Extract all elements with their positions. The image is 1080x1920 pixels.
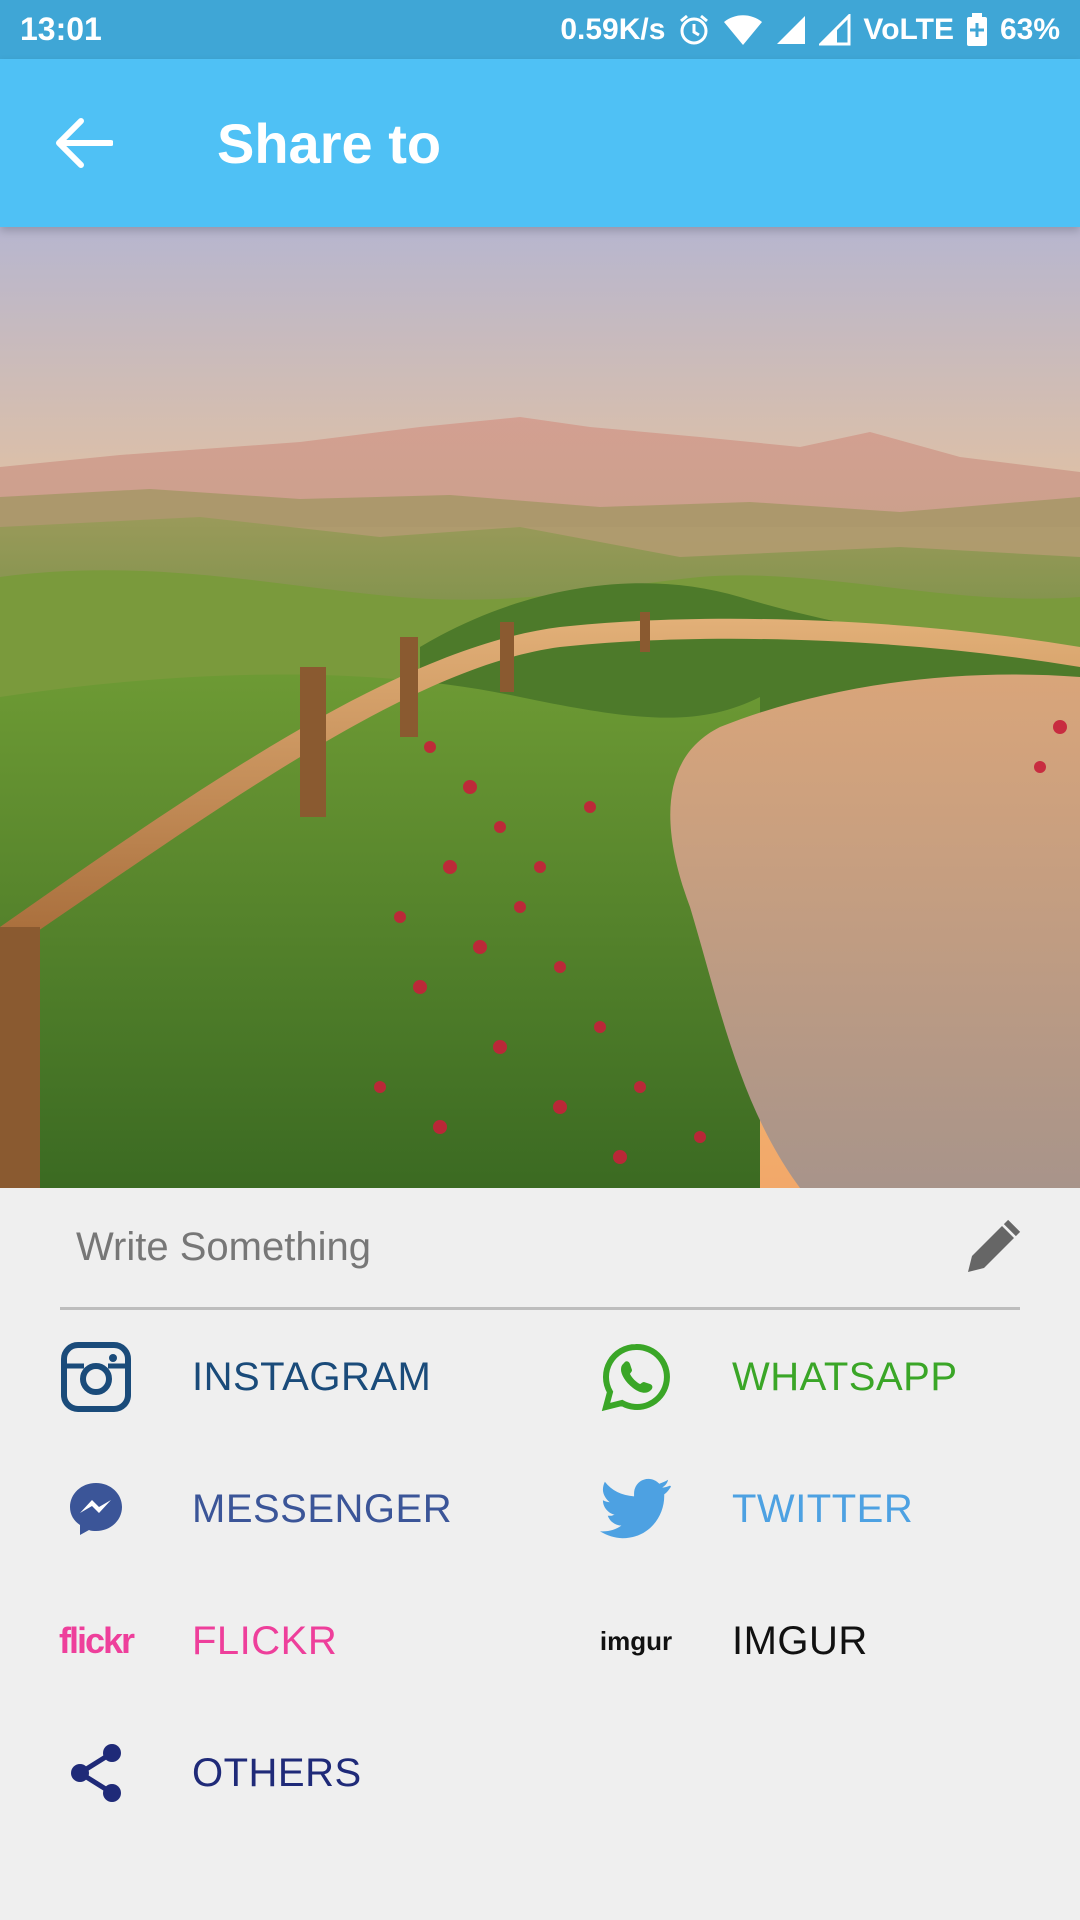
instagram-icon: [60, 1341, 132, 1413]
edit-caption-button[interactable]: [960, 1216, 1024, 1280]
status-time: 13:01: [20, 11, 102, 47]
others-label: OTHERS: [192, 1750, 362, 1795]
shared-image-preview: [0, 227, 1080, 1188]
share-messenger[interactable]: MESSENGER: [60, 1454, 520, 1564]
battery-level: 63%: [999, 12, 1060, 46]
whatsapp-icon: [600, 1341, 672, 1413]
flickr-icon: flickr: [58, 1605, 135, 1677]
flickr-label: FLICKR: [192, 1618, 338, 1663]
share-flickr[interactable]: flickr FLICKR: [58, 1586, 520, 1696]
signal-icon: [775, 14, 807, 46]
arrow-left-icon: [56, 118, 113, 168]
caption-input[interactable]: [60, 1225, 960, 1270]
app-bar: Share to: [0, 59, 1080, 227]
twitter-icon: [600, 1473, 672, 1545]
status-bar: 13:01 0.59K/s VoLTE 63%: [0, 0, 1080, 59]
imgur-logo: imgur: [599, 1625, 673, 1656]
instagram-label: INSTAGRAM: [192, 1354, 432, 1399]
pencil-icon: [968, 1219, 1021, 1272]
share-twitter[interactable]: TWITTER: [600, 1454, 1040, 1564]
wifi-icon: [723, 14, 763, 46]
imgur-label: IMGUR: [732, 1618, 868, 1663]
network-label: VoLTE: [863, 12, 954, 46]
page-title: Share to: [217, 111, 442, 175]
imgur-icon: imgur: [600, 1605, 672, 1677]
signal-icon-2: [819, 13, 851, 46]
twitter-label: TWITTER: [732, 1486, 914, 1531]
battery-icon: [966, 12, 988, 47]
alarm-icon: [677, 13, 711, 47]
caption-field: [60, 1188, 1021, 1310]
flickr-logo: flickr: [58, 1620, 135, 1661]
whatsapp-label: WHATSAPP: [732, 1354, 958, 1399]
share-icon: [60, 1737, 132, 1809]
messenger-label: MESSENGER: [192, 1486, 453, 1531]
share-imgur[interactable]: imgur IMGUR: [600, 1586, 1040, 1696]
share-instagram[interactable]: INSTAGRAM: [60, 1322, 520, 1432]
share-others[interactable]: OTHERS: [60, 1718, 520, 1828]
net-speed: 0.59K/s: [560, 12, 666, 46]
back-button[interactable]: [0, 59, 170, 227]
share-whatsapp[interactable]: WHATSAPP: [600, 1322, 1040, 1432]
messenger-icon: [60, 1473, 132, 1545]
status-indicators: 0.59K/s VoLTE 63%: [560, 12, 1060, 47]
